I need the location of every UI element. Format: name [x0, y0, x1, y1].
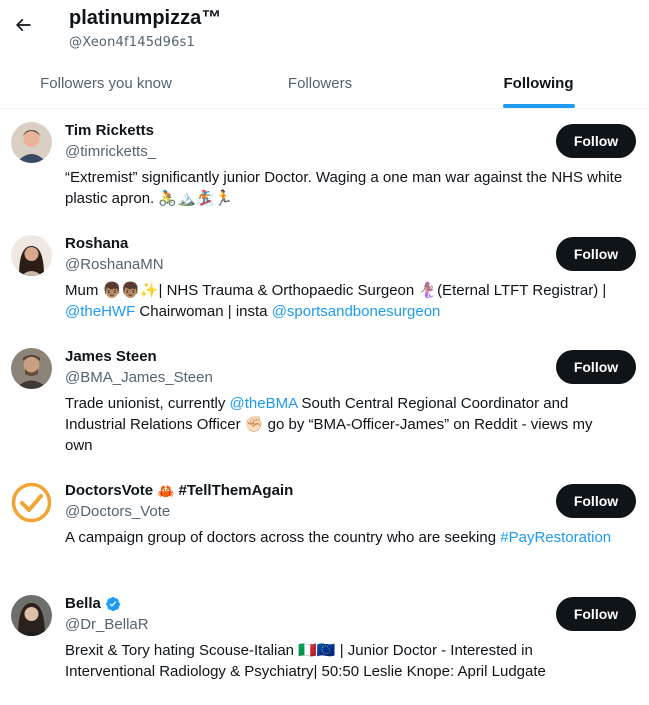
tab-bar: Followers you know Followers Following	[0, 58, 649, 109]
user-handle[interactable]: @RoshanaMN	[65, 255, 633, 275]
bio-mention-link[interactable]: @theBMA	[230, 395, 298, 412]
verified-badge-icon	[106, 596, 121, 612]
user-bio: “Extremist” significantly junior Doctor.…	[65, 169, 623, 207]
bio-mention-link[interactable]: @theHWF	[65, 303, 135, 320]
tab-label: Followers	[287, 74, 353, 92]
user-bio: A campaign group of doctors across the c…	[65, 527, 633, 548]
follow-button[interactable]: Follow	[556, 597, 636, 631]
user-handle[interactable]: @BMA_James_Steen	[65, 368, 633, 388]
avatar[interactable]	[11, 595, 52, 636]
user-name[interactable]: Roshana	[65, 234, 128, 254]
user-name[interactable]: Tim Ricketts	[65, 121, 154, 141]
bio-mention-link[interactable]: @sportsandbonesurgeon	[272, 303, 441, 320]
active-tab-indicator	[502, 104, 575, 108]
follow-button[interactable]: Follow	[556, 484, 636, 518]
list-item[interactable]: James Steen @BMA_James_Steen Trade union…	[0, 335, 649, 469]
user-handle[interactable]: @Dr_BellaR	[65, 615, 633, 635]
crab-emoji-icon: 🦀	[157, 482, 175, 499]
follow-button[interactable]: Follow	[556, 350, 636, 384]
tab-followers[interactable]: Followers	[212, 58, 428, 108]
page-title: platinumpizza™	[69, 7, 222, 29]
user-name[interactable]: James Steen	[65, 347, 157, 367]
avatar[interactable]	[11, 122, 52, 163]
user-bio: Mum 👦🏽👦🏽✨| NHS Trauma & Orthopaedic Surg…	[65, 280, 633, 322]
user-name[interactable]: Bella	[65, 594, 101, 614]
tab-followers-you-know[interactable]: Followers you know	[0, 58, 212, 108]
bio-hashtag-link[interactable]: #PayRestoration	[500, 529, 611, 546]
list-item[interactable]: Tim Ricketts @timricketts_ “Extremist” s…	[0, 109, 649, 222]
user-handle[interactable]: @Doctors_Vote	[65, 502, 633, 522]
user-name-hashtag[interactable]: #TellThemAgain	[179, 481, 294, 501]
avatar[interactable]	[11, 348, 52, 389]
tab-label: Followers you know	[40, 74, 172, 92]
list-item[interactable]: Roshana @RoshanaMN Mum 👦🏽👦🏽✨| NHS Trauma…	[0, 222, 649, 335]
avatar[interactable]	[11, 235, 52, 276]
user-handle[interactable]: @timricketts_	[65, 142, 633, 162]
bio-text: A campaign group of doctors across the c…	[65, 529, 497, 546]
avatar[interactable]	[11, 482, 52, 523]
follow-button[interactable]: Follow	[556, 124, 636, 158]
arrow-left-icon	[15, 18, 31, 32]
user-bio: Trade unionist, currently @theBMA South …	[65, 393, 633, 456]
back-button[interactable]	[6, 8, 40, 42]
bio-text: Chairwoman | insta	[139, 303, 268, 320]
bio-text: Mum 👦🏽👦🏽✨| NHS Trauma & Orthopaedic Surg…	[65, 282, 607, 299]
user-name[interactable]: DoctorsVote	[65, 481, 153, 501]
list-item[interactable]: DoctorsVote 🦀 #TellThemAgain @Doctors_Vo…	[0, 469, 649, 582]
list-item[interactable]: Bella @Dr_BellaR Brexit & Tory hating Sc…	[0, 582, 649, 695]
tab-label: Following	[503, 74, 574, 92]
tab-following[interactable]: Following	[428, 58, 649, 108]
following-list: Tim Ricketts @timricketts_ “Extremist” s…	[0, 109, 649, 695]
bio-text: Trade unionist, currently	[65, 395, 226, 412]
user-bio: Brexit & Tory hating Scouse-Italian 🇮🇹🇪🇺…	[65, 642, 546, 680]
profile-handle: @Xeon4f145d96s1	[69, 35, 196, 50]
follow-button[interactable]: Follow	[556, 237, 636, 271]
profile-header: platinumpizza™ @Xeon4f145d96s1	[0, 0, 649, 58]
